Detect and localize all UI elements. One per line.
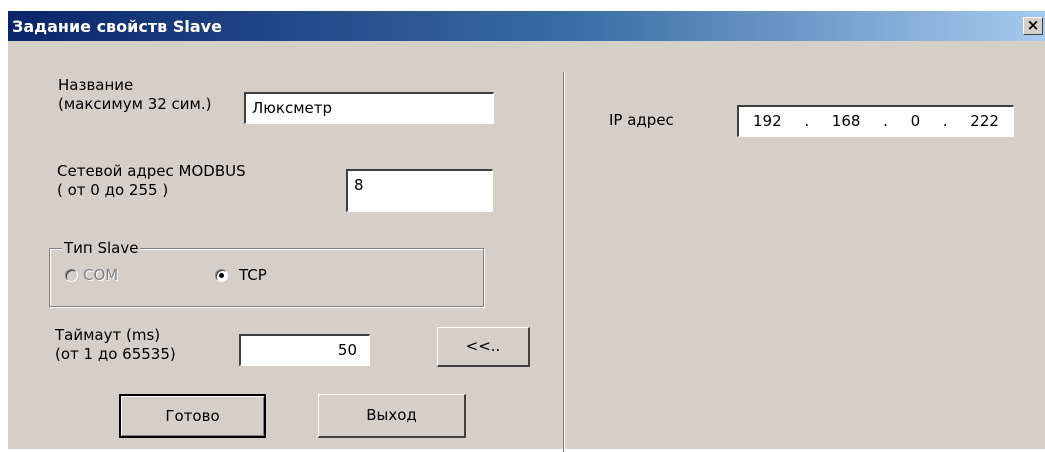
slave-type-group-title: Тип Slave bbox=[62, 239, 141, 258]
ok-button[interactable]: Готово bbox=[119, 394, 266, 438]
dialog-window: Задание свойств Slave × Название (максим… bbox=[8, 11, 1045, 452]
ip-octet-2[interactable]: 168 bbox=[832, 111, 861, 132]
name-label-line1: Название bbox=[58, 76, 134, 94]
radio-tcp-label: TCP bbox=[239, 266, 267, 284]
title-bar[interactable]: Задание свойств Slave × bbox=[8, 11, 1045, 41]
modbus-address-label: Сетевой адрес MODBUS ( от 0 до 255 ) bbox=[57, 162, 246, 200]
ip-octet-4[interactable]: 222 bbox=[970, 111, 999, 132]
ip-dot-2: . bbox=[883, 112, 888, 130]
timeout-input[interactable]: 50 bbox=[239, 334, 370, 366]
modbus-label-line2: ( от 0 до 255 ) bbox=[57, 181, 169, 199]
timeout-label-line1: Таймаут (ms) bbox=[55, 326, 161, 344]
name-label-line2: (максимум 32 сим.) bbox=[58, 95, 212, 113]
ip-dot-1: . bbox=[804, 112, 810, 130]
ip-dot-3: . bbox=[942, 112, 948, 130]
ip-address-label: IP адрес bbox=[609, 111, 674, 129]
radio-tcp-dot bbox=[219, 273, 224, 278]
collapse-button[interactable]: <<.. bbox=[437, 327, 530, 367]
ip-octet-3[interactable]: 0 bbox=[911, 111, 921, 132]
radio-tcp[interactable] bbox=[215, 269, 228, 282]
modbus-address-input[interactable]: 8 bbox=[346, 169, 493, 212]
ip-octet-1[interactable]: 192 bbox=[753, 111, 782, 132]
timeout-label-line2: (от 1 до 65535) bbox=[55, 345, 176, 363]
radio-com-label: COM bbox=[83, 266, 119, 284]
vertical-divider bbox=[563, 72, 564, 452]
name-input[interactable]: Люксметр bbox=[244, 92, 494, 124]
name-label: Название (максимум 32 сим.) bbox=[58, 76, 211, 114]
window-title: Задание свойств Slave bbox=[12, 17, 222, 36]
radio-com[interactable] bbox=[65, 269, 78, 282]
ip-address-input[interactable]: 192 . 168 . 0 . 222 bbox=[737, 105, 1014, 137]
exit-button[interactable]: Выход bbox=[318, 394, 466, 438]
slave-type-group: Тип Slave COM TCP bbox=[49, 239, 484, 307]
timeout-label: Таймаут (ms) (от 1 до 65535) bbox=[55, 326, 176, 364]
dialog-body: Название (максимум 32 сим.) Люксметр Сет… bbox=[8, 41, 1045, 452]
modbus-label-line1: Сетевой адрес MODBUS bbox=[57, 162, 246, 180]
close-icon[interactable]: × bbox=[1023, 17, 1043, 35]
